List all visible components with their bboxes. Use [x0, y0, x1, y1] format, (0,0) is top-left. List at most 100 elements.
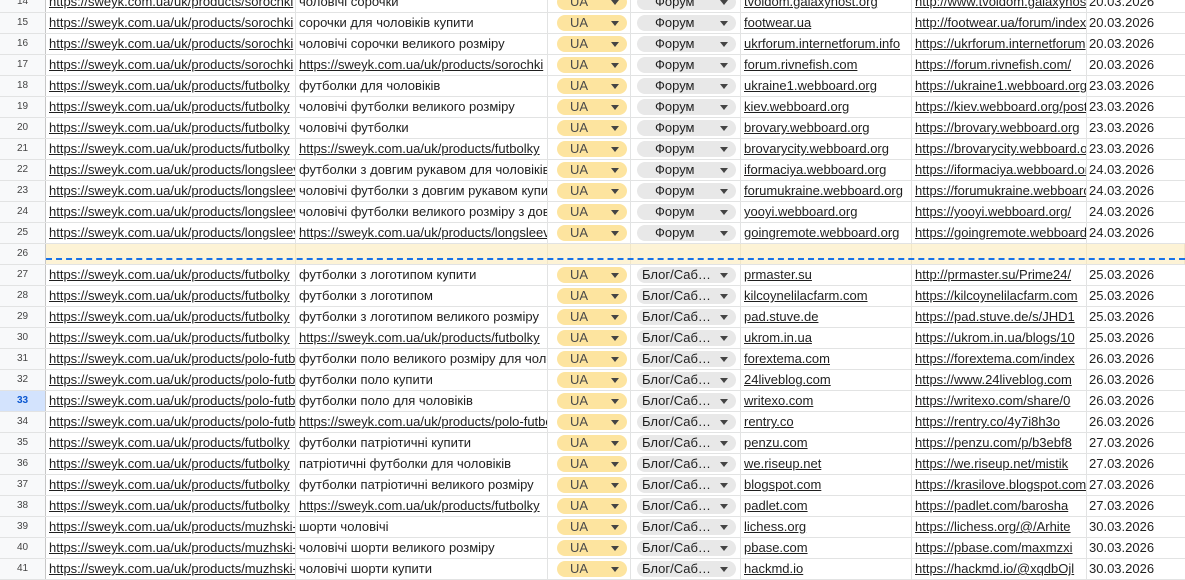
chevron-down-icon[interactable] — [720, 273, 728, 278]
chevron-down-icon[interactable] — [611, 147, 619, 152]
cell-page-url[interactable]: https://brovarycity.webboard.org — [912, 139, 1087, 159]
cell-date[interactable]: 23.03.2026 — [1087, 139, 1185, 159]
cell-keyword[interactable]: чоловічі шорти купити — [296, 559, 548, 579]
cell-page-url[interactable]: https://padlet.com/barosha — [912, 496, 1087, 516]
cell-domain[interactable]: hackmd.io — [741, 559, 912, 579]
cell-domain[interactable]: ukraine1.webboard.org — [741, 76, 912, 96]
cell-domain[interactable]: forextema.com — [741, 349, 912, 369]
cell-source-type[interactable]: Форум — [631, 181, 741, 201]
source-dropdown-chip[interactable]: Форум — [637, 162, 736, 178]
cell-keyword[interactable]: чоловічі футболки великого розміру — [296, 97, 548, 117]
region-dropdown-chip[interactable]: UA — [557, 561, 627, 577]
source-dropdown-chip[interactable]: Форум — [637, 57, 736, 73]
chevron-down-icon[interactable] — [720, 231, 728, 236]
cell-domain[interactable]: yooyi.webboard.org — [741, 202, 912, 222]
cell-page-url[interactable]: https://krasilove.blogspot.com — [912, 475, 1087, 495]
cell-product-url[interactable]: https://sweyk.com.ua/uk/products/longsle… — [46, 160, 296, 180]
cell-empty[interactable] — [912, 244, 1087, 264]
cell-domain[interactable]: kilcoynelilacfarm.com — [741, 286, 912, 306]
chevron-down-icon[interactable] — [720, 0, 728, 5]
cell-date[interactable]: 25.03.2026 — [1087, 286, 1185, 306]
cell-product-url[interactable]: https://sweyk.com.ua/uk/products/sorochk… — [46, 34, 296, 54]
cell-source-type[interactable]: Блог/Саб… — [631, 265, 741, 285]
region-dropdown-chip[interactable]: UA — [557, 519, 627, 535]
cell-product-url[interactable]: https://sweyk.com.ua/uk/products/muzhski… — [46, 517, 296, 537]
row-header[interactable]: 14 — [0, 0, 46, 12]
chevron-down-icon[interactable] — [611, 525, 619, 530]
row-header[interactable]: 41 — [0, 559, 46, 579]
source-dropdown-chip[interactable]: Блог/Саб… — [637, 330, 736, 346]
cell-date[interactable]: 25.03.2026 — [1087, 328, 1185, 348]
cell-region[interactable]: UA — [548, 328, 631, 348]
cell-empty[interactable] — [631, 244, 741, 264]
chevron-down-icon[interactable] — [720, 504, 728, 509]
cell-keyword[interactable]: футболки поло великого розміру для чолов… — [296, 349, 548, 369]
region-dropdown-chip[interactable]: UA — [557, 0, 627, 10]
cell-date[interactable]: 23.03.2026 — [1087, 97, 1185, 117]
source-dropdown-chip[interactable]: Блог/Саб… — [637, 456, 736, 472]
region-dropdown-chip[interactable]: UA — [557, 183, 627, 199]
cell-domain[interactable]: rentry.co — [741, 412, 912, 432]
cell-product-url[interactable]: https://sweyk.com.ua/uk/products/muzhski… — [46, 559, 296, 579]
cell-region[interactable]: UA — [548, 55, 631, 75]
chevron-down-icon[interactable] — [720, 420, 728, 425]
cell-page-url[interactable]: http://footwear.ua/forum/index — [912, 13, 1087, 33]
cell-keyword[interactable]: шорти чоловічі — [296, 517, 548, 537]
chevron-down-icon[interactable] — [611, 21, 619, 26]
cell-region[interactable]: UA — [548, 223, 631, 243]
cell-region[interactable]: UA — [548, 34, 631, 54]
cell-domain[interactable]: penzu.com — [741, 433, 912, 453]
source-dropdown-chip[interactable]: Блог/Саб… — [637, 561, 736, 577]
chevron-down-icon[interactable] — [720, 294, 728, 299]
cell-region[interactable]: UA — [548, 391, 631, 411]
cell-source-type[interactable]: Форум — [631, 76, 741, 96]
source-dropdown-chip[interactable]: Блог/Саб… — [637, 477, 736, 493]
region-dropdown-chip[interactable]: UA — [557, 225, 627, 241]
cell-page-url[interactable]: https://kiev.webboard.org/post — [912, 97, 1087, 117]
cell-keyword[interactable]: патріотичні футболки для чоловіків — [296, 454, 548, 474]
cell-domain[interactable]: footwear.ua — [741, 13, 912, 33]
source-dropdown-chip[interactable]: Форум — [637, 99, 736, 115]
cell-page-url[interactable]: https://ukrforum.internetforum — [912, 34, 1087, 54]
source-dropdown-chip[interactable]: Форум — [637, 183, 736, 199]
cell-source-type[interactable]: Форум — [631, 223, 741, 243]
cell-keyword[interactable]: чоловічі сорочки великого розміру — [296, 34, 548, 54]
chevron-down-icon[interactable] — [720, 399, 728, 404]
cell-source-type[interactable]: Блог/Саб… — [631, 559, 741, 579]
region-dropdown-chip[interactable]: UA — [557, 267, 627, 283]
cell-keyword[interactable]: чоловічі футболки з довгим рукавом купит… — [296, 181, 548, 201]
cell-date[interactable]: 24.03.2026 — [1087, 160, 1185, 180]
cell-domain[interactable]: goingremote.webboard.org — [741, 223, 912, 243]
chevron-down-icon[interactable] — [611, 336, 619, 341]
cell-region[interactable]: UA — [548, 97, 631, 117]
cell-date[interactable]: 30.03.2026 — [1087, 517, 1185, 537]
row-header[interactable]: 21 — [0, 139, 46, 159]
region-dropdown-chip[interactable]: UA — [557, 477, 627, 493]
chevron-down-icon[interactable] — [611, 420, 619, 425]
cell-date[interactable]: 27.03.2026 — [1087, 454, 1185, 474]
cell-keyword[interactable]: чоловічі шорти великого розміру — [296, 538, 548, 558]
source-dropdown-chip[interactable]: Блог/Саб… — [637, 393, 736, 409]
cell-source-type[interactable]: Блог/Саб… — [631, 370, 741, 390]
cell-product-url[interactable]: https://sweyk.com.ua/uk/products/polo-fu… — [46, 412, 296, 432]
row-header[interactable]: 22 — [0, 160, 46, 180]
cell-keyword[interactable]: https://sweyk.com.ua/uk/products/sorochk… — [296, 55, 548, 75]
cell-keyword[interactable]: https://sweyk.com.ua/uk/products/futbolk… — [296, 496, 548, 516]
cell-date[interactable]: 20.03.2026 — [1087, 13, 1185, 33]
cell-page-url[interactable]: https://lichess.org/@/Arhite — [912, 517, 1087, 537]
cell-region[interactable]: UA — [548, 349, 631, 369]
chevron-down-icon[interactable] — [720, 462, 728, 467]
cell-region[interactable]: UA — [548, 433, 631, 453]
cell-domain[interactable]: brovary.webboard.org — [741, 118, 912, 138]
cell-date[interactable]: 30.03.2026 — [1087, 559, 1185, 579]
cell-date[interactable]: 24.03.2026 — [1087, 181, 1185, 201]
region-dropdown-chip[interactable]: UA — [557, 540, 627, 556]
chevron-down-icon[interactable] — [611, 63, 619, 68]
cell-keyword[interactable]: https://sweyk.com.ua/uk/products/longsle… — [296, 223, 548, 243]
chevron-down-icon[interactable] — [720, 42, 728, 47]
cell-domain[interactable]: ukrom.in.ua — [741, 328, 912, 348]
cell-source-type[interactable]: Блог/Саб… — [631, 328, 741, 348]
cell-region[interactable]: UA — [548, 286, 631, 306]
source-dropdown-chip[interactable]: Блог/Саб… — [637, 414, 736, 430]
cell-page-url[interactable]: https://writexo.com/share/0 — [912, 391, 1087, 411]
